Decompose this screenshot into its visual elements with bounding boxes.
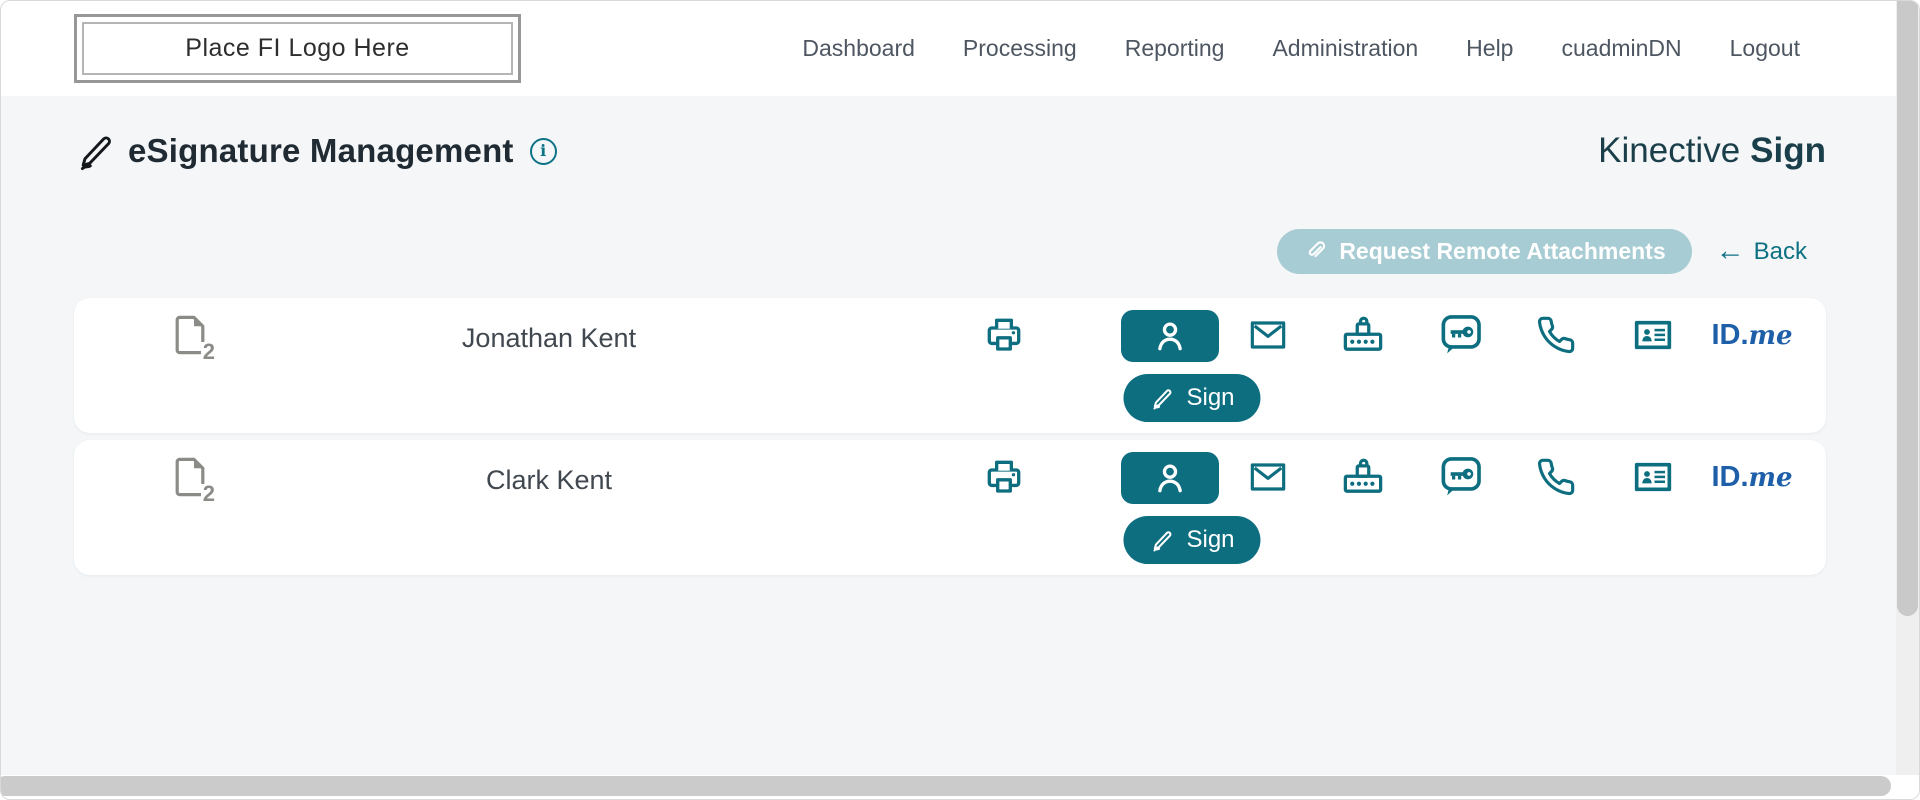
brand-regular: Kinective — [1598, 131, 1740, 171]
print-button[interactable] — [983, 314, 1025, 356]
idme-logo-me: me — [1749, 319, 1793, 353]
person-icon — [1151, 459, 1189, 497]
sign-button-label: Sign — [1186, 526, 1234, 554]
back-link[interactable]: ← Back — [1716, 237, 1807, 266]
nav-administration[interactable]: Administration — [1272, 35, 1418, 62]
horizontal-scrollbar-thumb[interactable] — [0, 776, 1891, 796]
sign-button[interactable]: Sign — [1123, 374, 1260, 422]
document-count-icon: 2 — [166, 311, 214, 359]
signer-row-clark-kent: 2 Clark Kent — [74, 440, 1826, 575]
horizontal-scrollbar-track[interactable] — [1, 775, 1919, 800]
sms-key-button[interactable] — [1438, 454, 1484, 500]
password-button[interactable] — [1340, 312, 1386, 358]
fi-logo-text: Place FI Logo Here — [185, 34, 409, 63]
sms-key-button[interactable] — [1438, 312, 1484, 358]
password-button[interactable] — [1340, 454, 1386, 500]
info-glyph: i — [540, 143, 546, 159]
idme-logo-id: ID. — [1711, 460, 1748, 494]
nav-processing[interactable]: Processing — [963, 35, 1077, 62]
idme-logo-me: me — [1749, 461, 1793, 495]
nav-reporting[interactable]: Reporting — [1125, 35, 1225, 62]
email-button[interactable] — [1248, 315, 1288, 355]
idme-button[interactable]: ID.me — [1711, 460, 1792, 495]
phone-button[interactable] — [1536, 457, 1576, 497]
esignature-page: eSignature Management i Kinective Sign R… — [1, 96, 1919, 775]
signature-pen-icon — [74, 129, 118, 173]
in-person-signer-button[interactable] — [1121, 310, 1219, 362]
idme-button[interactable]: ID.me — [1711, 318, 1792, 353]
idme-logo-id: ID. — [1711, 318, 1748, 352]
id-card-button[interactable] — [1633, 315, 1673, 355]
back-label: Back — [1754, 238, 1807, 266]
vertical-scrollbar-track[interactable] — [1896, 1, 1919, 775]
title-row: eSignature Management i Kinective Sign — [74, 129, 1826, 173]
nav-help[interactable]: Help — [1466, 35, 1513, 62]
main-nav: Dashboard Processing Reporting Administr… — [802, 35, 1800, 62]
fi-logo-placeholder: Place FI Logo Here — [74, 14, 521, 83]
email-button[interactable] — [1248, 457, 1288, 497]
document-count: 2 — [201, 484, 217, 504]
top-navbar: Place FI Logo Here Dashboard Processing … — [1, 1, 1919, 96]
sign-pen-icon — [1149, 385, 1175, 411]
id-card-button[interactable] — [1633, 457, 1673, 497]
signer-name: Clark Kent — [399, 460, 699, 500]
sign-pen-icon — [1149, 527, 1175, 553]
person-icon — [1151, 317, 1189, 355]
paperclip-icon — [1303, 239, 1328, 264]
toolbar: Request Remote Attachments ← Back — [74, 229, 1826, 274]
signer-name: Jonathan Kent — [399, 318, 699, 358]
vertical-scrollbar-thumb[interactable] — [1897, 0, 1918, 616]
phone-button[interactable] — [1536, 315, 1576, 355]
nav-dashboard[interactable]: Dashboard — [802, 35, 915, 62]
nav-username[interactable]: cuadminDN — [1561, 35, 1681, 62]
back-arrow-icon: ← — [1716, 237, 1745, 266]
kinective-sign-logo: Kinective Sign — [1598, 131, 1826, 171]
app-window: Place FI Logo Here Dashboard Processing … — [0, 0, 1920, 800]
sign-button[interactable]: Sign — [1123, 516, 1260, 564]
sign-button-label: Sign — [1186, 384, 1234, 412]
in-person-signer-button[interactable] — [1121, 452, 1219, 504]
document-count-icon: 2 — [166, 453, 214, 501]
page-title: eSignature Management — [128, 132, 514, 170]
request-remote-attachments-label: Request Remote Attachments — [1339, 238, 1665, 265]
signer-row-jonathan-kent: 2 Jonathan Kent — [74, 298, 1826, 433]
print-button[interactable] — [983, 456, 1025, 498]
nav-logout[interactable]: Logout — [1730, 35, 1800, 62]
document-count: 2 — [201, 342, 217, 362]
info-icon[interactable]: i — [530, 138, 557, 165]
brand-bold: Sign — [1750, 131, 1826, 171]
request-remote-attachments-button[interactable]: Request Remote Attachments — [1277, 229, 1691, 274]
